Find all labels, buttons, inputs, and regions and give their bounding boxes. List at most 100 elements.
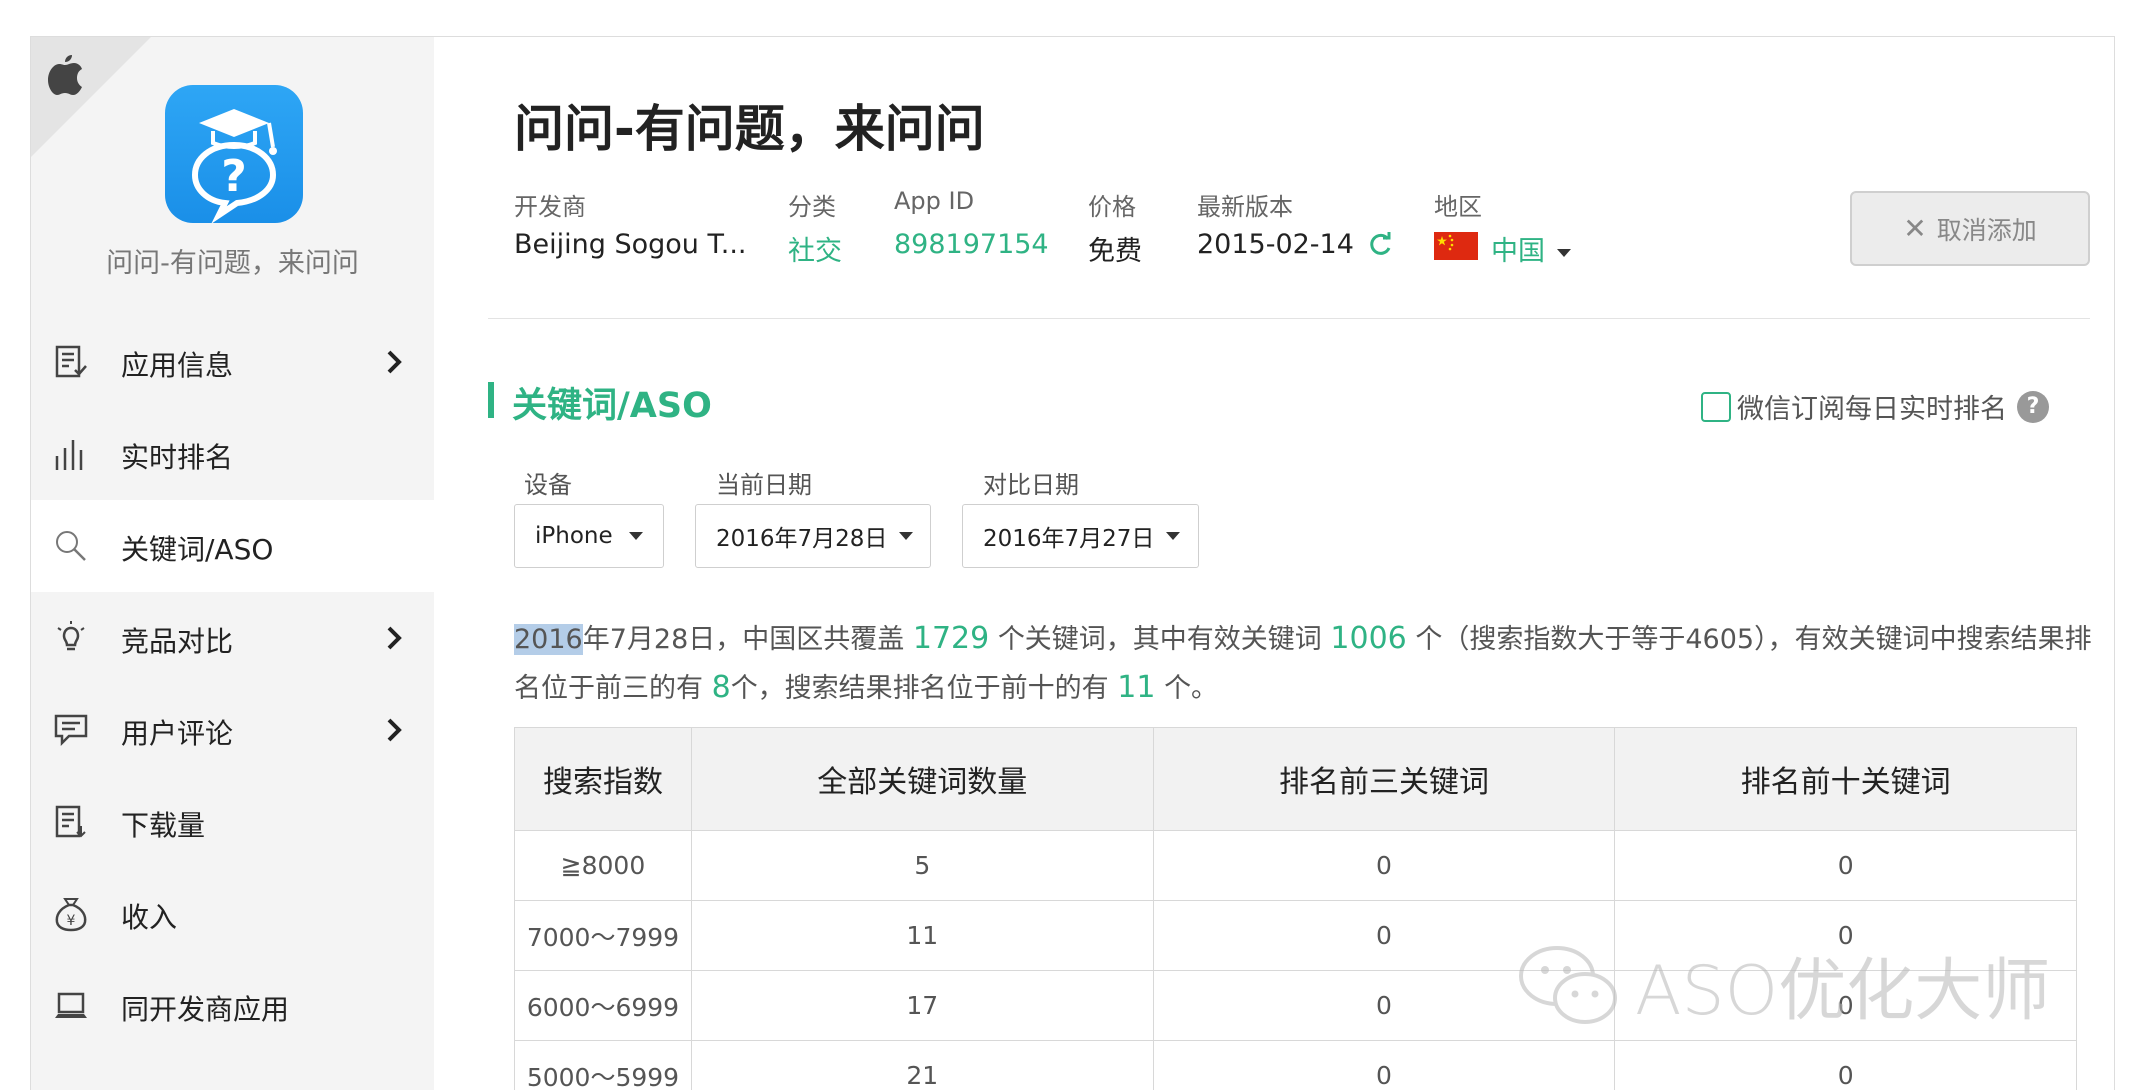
svg-text:?: ? xyxy=(221,151,247,202)
region-label: 地区 xyxy=(1434,193,1482,221)
wechat-subscribe-label: 微信订阅每日实时排名 xyxy=(1737,394,2007,425)
wechat-subscribe-toggle[interactable]: 微信订阅每日实时排名 ? xyxy=(1701,387,2049,426)
sidebar-item-downloads[interactable]: 下载量 xyxy=(31,776,434,868)
table-header-cell: 全部关键词数量 xyxy=(690,727,1154,831)
chevron-right-icon xyxy=(387,350,402,374)
refresh-icon[interactable] xyxy=(1367,231,1393,257)
table-header-cell: 排名前十关键词 xyxy=(1614,727,2077,831)
table-cell: 0 xyxy=(1614,1040,2077,1090)
current-date-value: 2016年7月28日 xyxy=(716,526,888,552)
summary-effective-keywords: 1006 xyxy=(1330,621,1407,656)
svg-text:¥: ¥ xyxy=(67,913,76,929)
keyword-stats-table: 搜索指数 全部关键词数量 排名前三关键词 排名前十关键词 ≧8000 5 0 0… xyxy=(514,727,2077,1090)
chevron-right-icon xyxy=(387,626,402,650)
developer-label: 开发商 xyxy=(514,193,586,221)
close-icon: ✕ xyxy=(1903,212,1927,245)
appid-label: App ID xyxy=(894,187,975,215)
caret-down-icon xyxy=(1557,248,1571,257)
version-value: 2015-02-14 xyxy=(1197,229,1393,260)
sidebar: ? 问问-有问题，来问问 应用信息 实时排名 关键词/ASO 竞品对比 用户评论… xyxy=(31,37,434,1090)
watermark: ASO优化大师 xyxy=(1515,935,2050,1034)
summary-total-keywords: 1729 xyxy=(912,621,990,656)
sidebar-item-user-reviews[interactable]: 用户评论 xyxy=(31,684,434,776)
document-check-icon xyxy=(55,345,87,378)
bar-chart-icon xyxy=(55,440,83,470)
search-icon xyxy=(56,531,86,561)
summary-text: 个，搜索结果排名位于前十的有 xyxy=(730,673,1109,704)
category-link[interactable]: 社交 xyxy=(788,229,842,268)
app-icon: ? xyxy=(165,85,303,224)
table-cell: 5 xyxy=(690,830,1154,901)
device-select[interactable]: iPhone xyxy=(514,504,664,568)
summary-top10: 11 xyxy=(1117,670,1156,705)
table-row: 5000～5999 21 0 0 xyxy=(514,1040,2077,1090)
summary-text: 个。 xyxy=(1164,673,1219,704)
chevron-right-icon xyxy=(387,718,402,742)
money-bag-icon: ¥ xyxy=(55,898,87,932)
sidebar-item-revenue[interactable]: ¥ 收入 xyxy=(31,868,434,960)
table-cell: 17 xyxy=(690,970,1154,1041)
table-header-cell: 排名前三关键词 xyxy=(1152,727,1616,831)
main-content: 问问-有问题，来问问 开发商 Beijing Sogou T... 分类 社交 … xyxy=(434,37,2116,1090)
sidebar-item-label: 用户评论 xyxy=(121,717,234,750)
lightbulb-icon xyxy=(57,621,85,651)
device-value: iPhone xyxy=(535,523,613,549)
compare-date-label: 对比日期 xyxy=(983,471,1079,499)
sidebar-nav: 应用信息 实时排名 关键词/ASO 竞品对比 用户评论 下载量 ¥ 收入 同开发… xyxy=(31,316,434,1052)
table-cell: 0 xyxy=(1152,830,1616,901)
region-value: 中国 xyxy=(1491,236,1545,267)
sidebar-item-competitor-compare[interactable]: 竞品对比 xyxy=(31,592,434,684)
page-title: 问问-有问题，来问问 xyxy=(514,100,985,158)
sidebar-item-same-developer[interactable]: 同开发商应用 xyxy=(31,960,434,1052)
table-cell: 5000～5999 xyxy=(514,1040,692,1090)
table-cell: 0 xyxy=(1152,1040,1616,1090)
sidebar-item-label: 收入 xyxy=(121,901,178,934)
header-divider xyxy=(488,318,2090,319)
price-label: 价格 xyxy=(1088,193,1136,221)
caret-down-icon xyxy=(628,532,643,540)
current-date-select[interactable]: 2016年7月28日 xyxy=(695,504,931,568)
cancel-add-button[interactable]: ✕ 取消添加 xyxy=(1850,191,2090,266)
table-cell: 11 xyxy=(690,900,1154,971)
sidebar-item-label: 同开发商应用 xyxy=(121,993,290,1026)
summary-text: 年7月28日，中国区共覆盖 xyxy=(582,624,905,655)
caret-down-icon xyxy=(1166,532,1181,540)
sidebar-item-label: 实时排名 xyxy=(121,441,234,474)
sidebar-item-app-info[interactable]: 应用信息 xyxy=(31,316,434,408)
watermark-text: ASO优化大师 xyxy=(1635,952,2051,1031)
sidebar-item-label: 下载量 xyxy=(121,809,206,842)
app-detail-panel: ? 问问-有问题，来问问 应用信息 实时排名 关键词/ASO 竞品对比 用户评论… xyxy=(30,36,2115,1090)
compare-date-select[interactable]: 2016年7月27日 xyxy=(962,504,1199,568)
price-value: 免费 xyxy=(1088,236,1142,267)
wechat-subscribe-checkbox[interactable] xyxy=(1701,391,1731,422)
table-cell: 21 xyxy=(690,1040,1154,1090)
region-dropdown[interactable]: 中国 xyxy=(1491,229,1571,268)
caret-down-icon xyxy=(899,532,914,540)
section-title: 关键词/ASO xyxy=(512,386,712,426)
apple-icon xyxy=(48,55,82,95)
sidebar-item-realtime-rank[interactable]: 实时排名 xyxy=(31,408,434,500)
summary-year: 2016 xyxy=(514,624,583,655)
appid-link[interactable]: 898197154 xyxy=(894,229,1049,260)
table-cell: 7000～7999 xyxy=(514,900,692,971)
sidebar-item-keywords-aso[interactable]: 关键词/ASO xyxy=(31,500,434,592)
china-flag-icon xyxy=(1434,232,1478,260)
table-cell: ≧8000 xyxy=(514,830,692,901)
sidebar-item-label: 关键词/ASO xyxy=(121,533,274,566)
table-cell: 6000～6999 xyxy=(514,970,692,1041)
sidebar-item-label: 竞品对比 xyxy=(121,625,234,658)
developer-value: Beijing Sogou T... xyxy=(514,229,747,260)
table-header-row: 搜索指数 全部关键词数量 排名前三关键词 排名前十关键词 xyxy=(514,727,2077,831)
table-cell: 0 xyxy=(1614,830,2077,901)
version-label: 最新版本 xyxy=(1197,193,1293,221)
category-label: 分类 xyxy=(788,193,836,221)
laptop-icon xyxy=(55,992,87,1018)
table-header-cell: 搜索指数 xyxy=(514,727,692,831)
section-accent-bar xyxy=(488,382,494,418)
sidebar-item-label: 应用信息 xyxy=(121,349,234,382)
device-label: 设备 xyxy=(524,471,572,499)
summary-text: 个关键词，其中有效关键词 xyxy=(997,624,1322,655)
help-icon[interactable]: ? xyxy=(2017,390,2049,423)
cancel-add-label: 取消添加 xyxy=(1936,215,2037,245)
keyword-summary: 2016年7月28日，中国区共覆盖 1729 个关键词，其中有效关键词 1006… xyxy=(514,615,2094,713)
